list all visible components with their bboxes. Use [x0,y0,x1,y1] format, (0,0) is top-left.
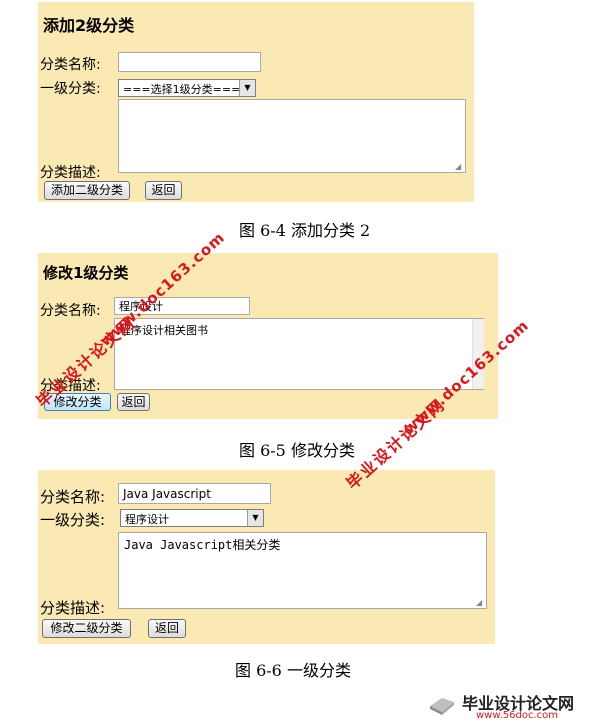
figure-caption: 图 6-5 修改分类 [239,441,355,460]
footer-logo: 毕业设计论文网 www.56doc.com [428,690,588,722]
description-label: 分类描述: [40,599,106,617]
footer-url: www.56doc.com [476,710,559,721]
name-input[interactable]: Java Javascript [118,483,271,504]
description-textarea[interactable]: 程序设计相关图书 [114,318,484,390]
figure-caption: 图 6-4 添加分类 2 [239,221,371,240]
parent-category-select[interactable]: ===选择1级分类=== ▼ [118,79,256,97]
logo-icon [428,694,456,716]
chevron-down-icon[interactable]: ▼ [247,510,263,526]
chevron-down-icon[interactable]: ▼ [239,80,255,96]
description-label: 分类描述: [40,165,101,181]
back-button[interactable]: 返回 [117,393,150,411]
panel-title: 添加2级分类 [43,16,135,35]
figure-caption: 图 6-6 一级分类 [235,661,351,680]
add-subcategory-button[interactable]: 添加二级分类 [44,181,130,200]
name-input[interactable] [118,52,261,72]
parent-category-selected: ===选择1级分类=== [123,83,241,96]
back-button[interactable]: 返回 [145,181,182,200]
panel-title: 修改1级分类 [43,264,129,282]
description-textarea[interactable] [118,99,466,173]
parent-category-selected: 程序设计 [125,513,169,526]
name-label: 分类名称: [40,488,106,506]
name-label: 分类名称: [40,303,101,319]
edit-subcategory-button[interactable]: 修改二级分类 [42,619,131,638]
description-textarea[interactable]: Java Javascript相关分类 [118,532,487,609]
parent-category-select[interactable]: 程序设计 ▼ [120,509,264,527]
parent-category-label: 一级分类: [40,81,101,97]
parent-category-label: 一级分类: [40,511,106,529]
back-button[interactable]: 返回 [148,619,186,638]
name-label: 分类名称: [40,57,101,73]
